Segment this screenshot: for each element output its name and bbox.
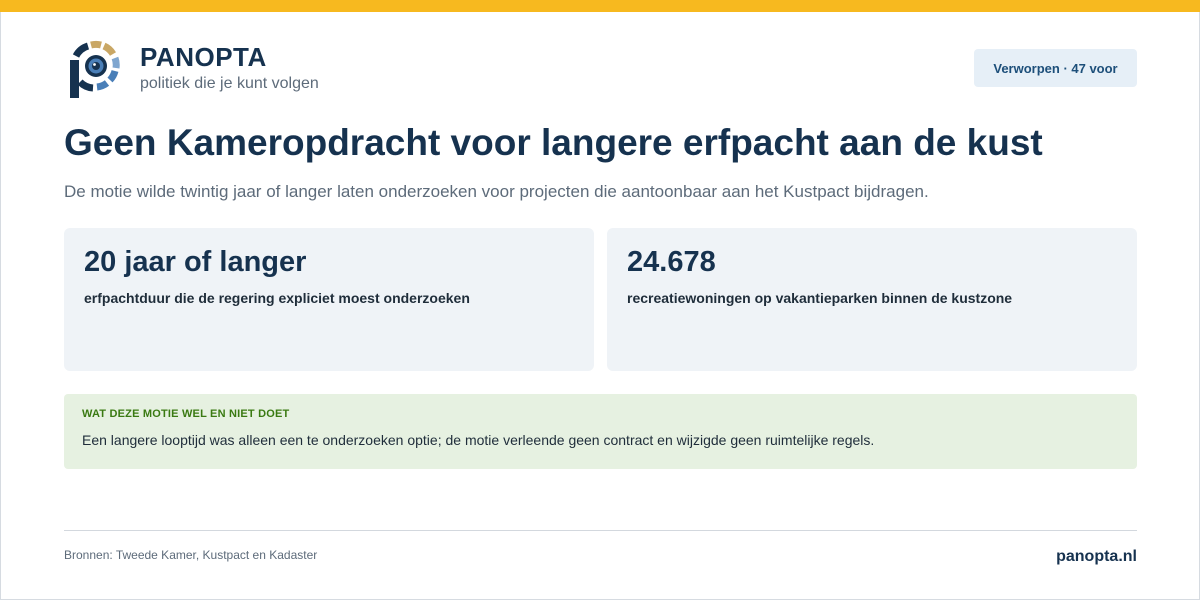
stat-card: 20 jaar of langer erfpachtduur die de re… [64,228,594,371]
explanation-box: WAT DEZE MOTIE WEL EN NIET DOET Een lang… [64,394,1137,469]
stat-card: 24.678 recreatiewoningen op vakantiepark… [607,228,1137,371]
stat-value: 24.678 [627,246,716,278]
explanation-text: Een langere looptijd was alleen een te o… [82,432,875,448]
stat-label: erfpachtduur die de regering expliciet m… [84,290,470,306]
accent-top-bar [0,0,1200,12]
sources-text: Bronnen: Tweede Kamer, Kustpact en Kadas… [64,548,318,562]
brand-name: PANOPTA [140,42,267,72]
site-link[interactable]: panopta.nl [1056,548,1137,566]
page-subtitle: De motie wilde twintig jaar of langer la… [64,182,929,201]
explanation-heading: WAT DEZE MOTIE WEL EN NIET DOET [82,408,290,420]
status-badge: Verworpen · 47 voor [974,49,1137,87]
stat-value: 20 jaar of langer [84,246,307,278]
panopta-logo-icon [68,40,120,100]
brand-tagline: politiek die je kunt volgen [140,75,319,92]
stat-label: recreatiewoningen op vakantieparken binn… [627,290,1013,306]
page-title: Geen Kameropdracht voor langere erfpacht… [64,122,1043,163]
footer-divider [64,530,1137,531]
